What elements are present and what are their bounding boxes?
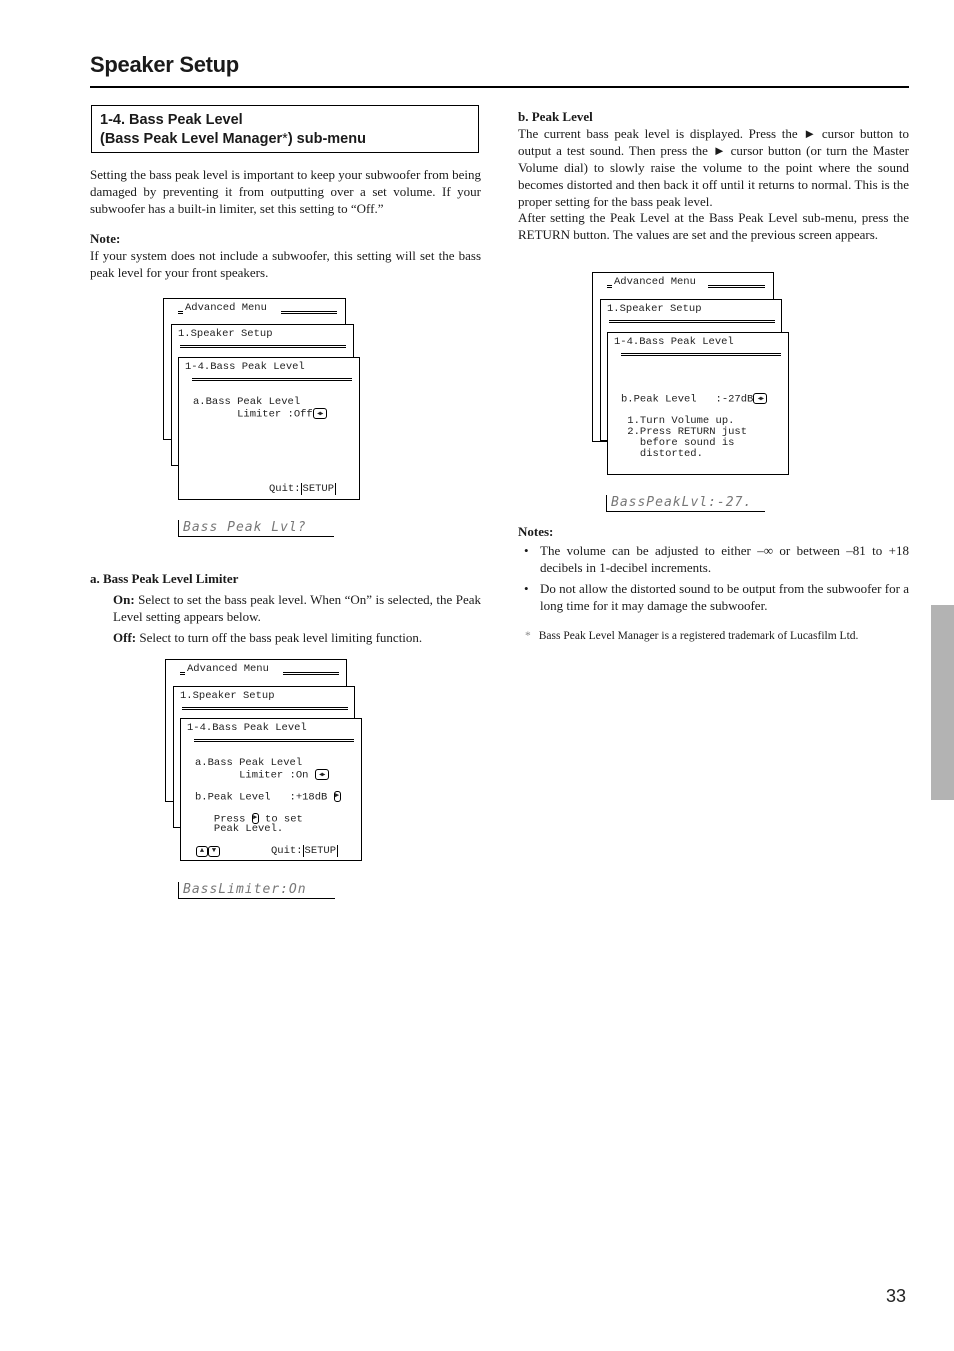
front-display-readout: BassPeakLvl:-27.	[606, 495, 765, 512]
menu-rule	[609, 320, 775, 323]
front-display-readout: BassLimiter:On	[178, 882, 335, 899]
menu-rule	[708, 285, 765, 288]
section-heading-line1: 1-4. Bass Peak Level	[100, 112, 243, 128]
quit-label: Quit:	[271, 845, 303, 857]
peak-level-row[interactable]: b.Peak Level :+18dB ▶	[195, 791, 341, 803]
trademark-footnote: * Bass Peak Level Manager is a registered…	[525, 630, 858, 642]
peak-level-row[interactable]: b.Peak Level :-27dB ◀▶	[621, 393, 768, 406]
instruction-step-2-end: distorted.	[621, 448, 703, 460]
left-right-arrows-icon: ◀▶	[312, 408, 327, 419]
bass-peak-level-panel: 1-4.Bass Peak Level a.Bass Peak Level Li…	[180, 718, 362, 861]
section-heading-line2: (Bass Peak Level Manager*) sub-menu	[100, 130, 470, 149]
front-display-readout: Bass Peak Lvl?	[178, 520, 334, 537]
bass-peak-level-title: 1-4.Bass Peak Level	[614, 336, 734, 348]
notes-list: The volume can be adjusted to either –∞ …	[518, 542, 909, 618]
off-label: Off:	[113, 630, 137, 645]
advanced-menu-title: Advanced Menu	[614, 276, 696, 288]
quit-hint: Quit: SETUP	[269, 483, 337, 495]
left-right-arrows-icon: ◀▶	[314, 769, 329, 780]
on-text: Select to set the bass peak level. When …	[113, 592, 481, 624]
peak-level-paragraph: The current bass peak level is displayed…	[518, 126, 909, 209]
menu-rule	[178, 311, 183, 314]
right-arrow-icon: ▶	[333, 791, 341, 802]
section-heading-box: 1-4. Bass Peak Level (Bass Peak Level Ma…	[91, 105, 479, 153]
peak-level-heading: b. Peak Level	[518, 109, 593, 124]
peak-level-value: b.Peak Level :-27dB	[621, 393, 754, 406]
bass-peak-level-panel: 1-4.Bass Peak Level b.Peak Level :-27dB ◀…	[607, 332, 789, 475]
limiter-heading: a. Bass Peak Level Limiter	[90, 571, 239, 586]
menu-rule	[192, 378, 352, 381]
menu-rule	[180, 345, 346, 348]
page-title: Speaker Setup	[90, 52, 239, 77]
speaker-setup-title: 1.Speaker Setup	[180, 690, 275, 702]
note-item: The volume can be adjusted to either –∞ …	[518, 542, 909, 576]
notes-label: Notes:	[518, 524, 554, 539]
footnote-asterisk: *	[525, 630, 531, 642]
up-arrow-icon: ▲	[196, 846, 208, 857]
press-hint-line2: Peak Level.	[195, 823, 284, 835]
peak-level-return-paragraph: After setting the Peak Level at the Bass…	[518, 210, 909, 242]
limiter-value: Limiter :On	[195, 769, 315, 782]
on-label: On:	[113, 592, 135, 607]
limiter-on-description: On: Select to set the bass peak level. W…	[113, 591, 481, 625]
menu-rule	[283, 672, 339, 675]
footnote-text: Bass Peak Level Manager is a registered …	[538, 630, 859, 642]
note-label: Note:	[90, 231, 121, 246]
note-text: If your system does not include a subwoo…	[90, 248, 481, 280]
note-item: Do not allow the distorted sound to be o…	[518, 580, 909, 614]
heading-text: (Bass Peak Level Manager	[100, 131, 283, 147]
menu-rule	[194, 739, 354, 742]
off-text: Select to turn off the bass peak level l…	[136, 630, 423, 645]
speaker-setup-title: 1.Speaker Setup	[178, 328, 273, 340]
down-arrow-icon: ▼	[208, 846, 220, 857]
limiter-value: Limiter :Off	[193, 408, 313, 421]
bass-peak-level-title: 1-4.Bass Peak Level	[185, 361, 305, 373]
speaker-setup-title: 1.Speaker Setup	[607, 303, 702, 315]
heading-text-end: ) sub-menu	[287, 131, 366, 147]
limiter-row[interactable]: Limiter :Off ◀▶	[193, 408, 327, 420]
menu-rule	[182, 707, 348, 710]
left-right-arrows-icon: ◀▶	[753, 393, 768, 404]
menu-rule	[180, 672, 185, 675]
advanced-menu-title: Advanced Menu	[185, 302, 267, 314]
menu-rule	[607, 285, 612, 288]
intro-paragraph: Setting the bass peak level is important…	[90, 167, 481, 216]
setup-key: SETUP	[300, 483, 337, 495]
limiter-off-description: Off: Select to turn off the bass peak le…	[113, 629, 481, 646]
menu-rule	[621, 353, 781, 356]
section-thumb-tab	[931, 605, 954, 800]
limiter-row[interactable]: Limiter :On ◀▶	[195, 769, 329, 781]
title-divider	[90, 86, 909, 88]
menu-rule	[281, 311, 337, 314]
bass-peak-level-title: 1-4.Bass Peak Level	[187, 722, 307, 734]
limiter-label: a.Bass Peak Level	[195, 757, 303, 769]
page-number: 33	[886, 1286, 907, 1306]
quit-hint: Quit: SETUP	[271, 845, 339, 857]
bass-peak-level-panel: 1-4.Bass Peak Level a.Bass Peak Level Li…	[178, 357, 360, 500]
setup-key: SETUP	[302, 845, 339, 857]
navigation-arrows: ▲ ▼	[196, 846, 220, 858]
limiter-label: a.Bass Peak Level	[193, 396, 301, 408]
peak-level-value: b.Peak Level :+18dB	[195, 791, 334, 804]
advanced-menu-title: Advanced Menu	[187, 663, 269, 675]
quit-label: Quit:	[269, 483, 301, 495]
